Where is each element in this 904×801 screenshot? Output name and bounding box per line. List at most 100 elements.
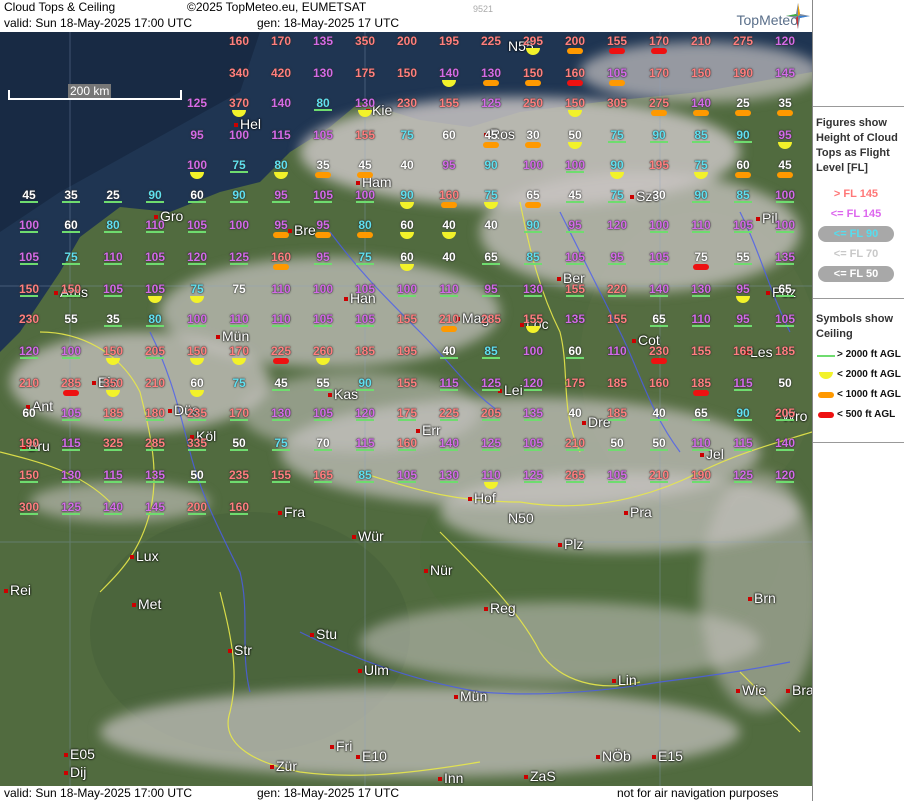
city-label: E10: [356, 748, 387, 764]
cloud-top-value: 50: [224, 436, 254, 451]
flight-level-text: 120: [18, 344, 40, 358]
flight-level-text: 130: [480, 66, 502, 80]
cloud-top-value: 105: [602, 66, 632, 86]
cloud-top-value: 80: [140, 312, 170, 327]
flight-level-text: 105: [312, 406, 334, 420]
cloud-top-value: 105: [14, 250, 44, 265]
cloud-top-value: 200: [560, 34, 590, 54]
flight-level-text: 50: [190, 468, 204, 482]
ceiling-orange-icon: [525, 142, 541, 148]
cloud-top-value: 140: [98, 500, 128, 515]
cloud-top-value: 225: [266, 344, 296, 364]
cloud-top-value: 105: [308, 188, 338, 203]
cloud-top-value: 40: [434, 250, 464, 264]
flight-level-text: 190: [18, 436, 40, 450]
flight-level-text: 185: [606, 406, 628, 420]
cloud-top-value: 65: [770, 282, 800, 297]
city-label: Ulm: [358, 662, 389, 678]
valid-time: valid: Sun 18-May-2025 17:00 UTC: [4, 16, 193, 30]
city-name: Mün: [222, 328, 250, 344]
cloud-top-value: 75: [392, 128, 422, 142]
flight-level-text: 230: [396, 96, 418, 110]
flight-level-text: 50: [610, 436, 624, 450]
flight-level-text: 110: [103, 250, 123, 264]
city-marker-icon: [652, 755, 656, 760]
cloud-top-value: 75: [56, 250, 86, 265]
ceiling-red-icon: [693, 264, 709, 270]
compass-logo-icon: [786, 3, 810, 29]
flight-level-text: 160: [648, 376, 670, 390]
flight-level-text: 140: [774, 436, 796, 450]
flight-level-text: 100: [522, 344, 544, 358]
flight-level-text: 195: [438, 34, 460, 48]
cloud-top-value: 105: [350, 312, 380, 327]
ceiling-red-icon: [693, 390, 709, 396]
legend-item-fl-70: <= FL 70: [833, 248, 879, 260]
cloud-top-value: 110: [686, 312, 716, 327]
generated-time: gen: 18-May-2025 17 UTC: [257, 16, 400, 30]
cloud-top-value: 110: [224, 312, 254, 327]
cloud-top-value: 165: [728, 344, 758, 358]
flight-level-text: 125: [186, 96, 208, 110]
flight-level-text: 110: [439, 282, 459, 296]
flight-level-text: 350: [354, 34, 376, 48]
cloud-top-value: 75: [224, 282, 254, 296]
ceiling-orange-icon: [609, 80, 625, 86]
cloud-top-value: 125: [182, 96, 212, 110]
flight-level-text: 130: [270, 406, 292, 420]
cloud-top-value: 170: [266, 34, 296, 48]
flight-level-text: 95: [316, 250, 330, 264]
cloud-top-value: 90: [728, 406, 758, 421]
cloud-top-value: 100: [392, 282, 422, 297]
cloud-tops-map[interactable]: 200 km Hel Kie Ros Gro Ham Szc Pil Bre Ber Ams Han…: [0, 32, 812, 786]
cloud-top-value: 90: [224, 188, 254, 203]
flight-level-text: 130: [522, 282, 544, 296]
flight-level-text: 370: [228, 96, 250, 110]
cloud-top-value: 120: [602, 218, 632, 232]
cloud-top-value: 100: [308, 282, 338, 296]
ceiling-orange-icon: [273, 232, 289, 238]
cloud-top-value: 100: [770, 218, 800, 233]
flight-level-text: 80: [316, 96, 330, 110]
cloud-top-value: 150: [56, 282, 86, 297]
cloud-top-value: 105: [308, 406, 338, 421]
cloud-top-value: 150: [182, 344, 212, 365]
cloud-top-value: 90: [476, 158, 506, 172]
flight-level-text: 120: [774, 34, 796, 48]
flight-level-text: 115: [733, 436, 753, 450]
city-marker-icon: [632, 339, 636, 344]
cloud-top-value: 105: [98, 282, 128, 297]
cloud-top-value: 125: [224, 250, 254, 265]
legend-item-fl-above-145: > FL 145: [833, 188, 879, 200]
cloud-top-value: 225: [434, 406, 464, 421]
cloud-top-value: 125: [56, 500, 86, 515]
cloud-top-value: 90: [140, 188, 170, 203]
city-marker-icon: [454, 695, 458, 700]
cloud-top-value: 265: [560, 468, 590, 483]
flight-level-text: 100: [564, 158, 586, 172]
flight-level-text: 285: [60, 376, 82, 390]
flight-level-text: 110: [691, 312, 711, 326]
cloud-top-value: 260: [308, 344, 338, 365]
flight-level-text: 75: [232, 282, 246, 296]
cloud-top-value: 120: [770, 468, 800, 483]
flight-level-text: 155: [606, 34, 628, 48]
flight-level-text: 105: [606, 468, 628, 482]
city-marker-icon: [64, 753, 68, 758]
cloud-top-value: 325: [98, 436, 128, 451]
cloud-top-value: 300: [14, 500, 44, 515]
city-label: Rei: [4, 582, 31, 598]
cloud-top-value: 125: [476, 436, 506, 451]
flight-level-text: 140: [270, 96, 292, 110]
flight-level-text: 30: [652, 188, 666, 202]
city-name: Stu: [316, 626, 338, 642]
flight-level-text: 115: [355, 436, 375, 450]
city-marker-icon: [310, 633, 314, 638]
city-marker-icon: [612, 679, 616, 684]
flight-level-text: 170: [228, 344, 250, 358]
flight-level-text: 230: [18, 312, 40, 326]
flight-level-text: 105: [312, 312, 334, 326]
city-label: Zür: [270, 758, 297, 774]
flight-level-text: 125: [480, 96, 502, 110]
cloud-top-value: 35: [308, 158, 338, 178]
